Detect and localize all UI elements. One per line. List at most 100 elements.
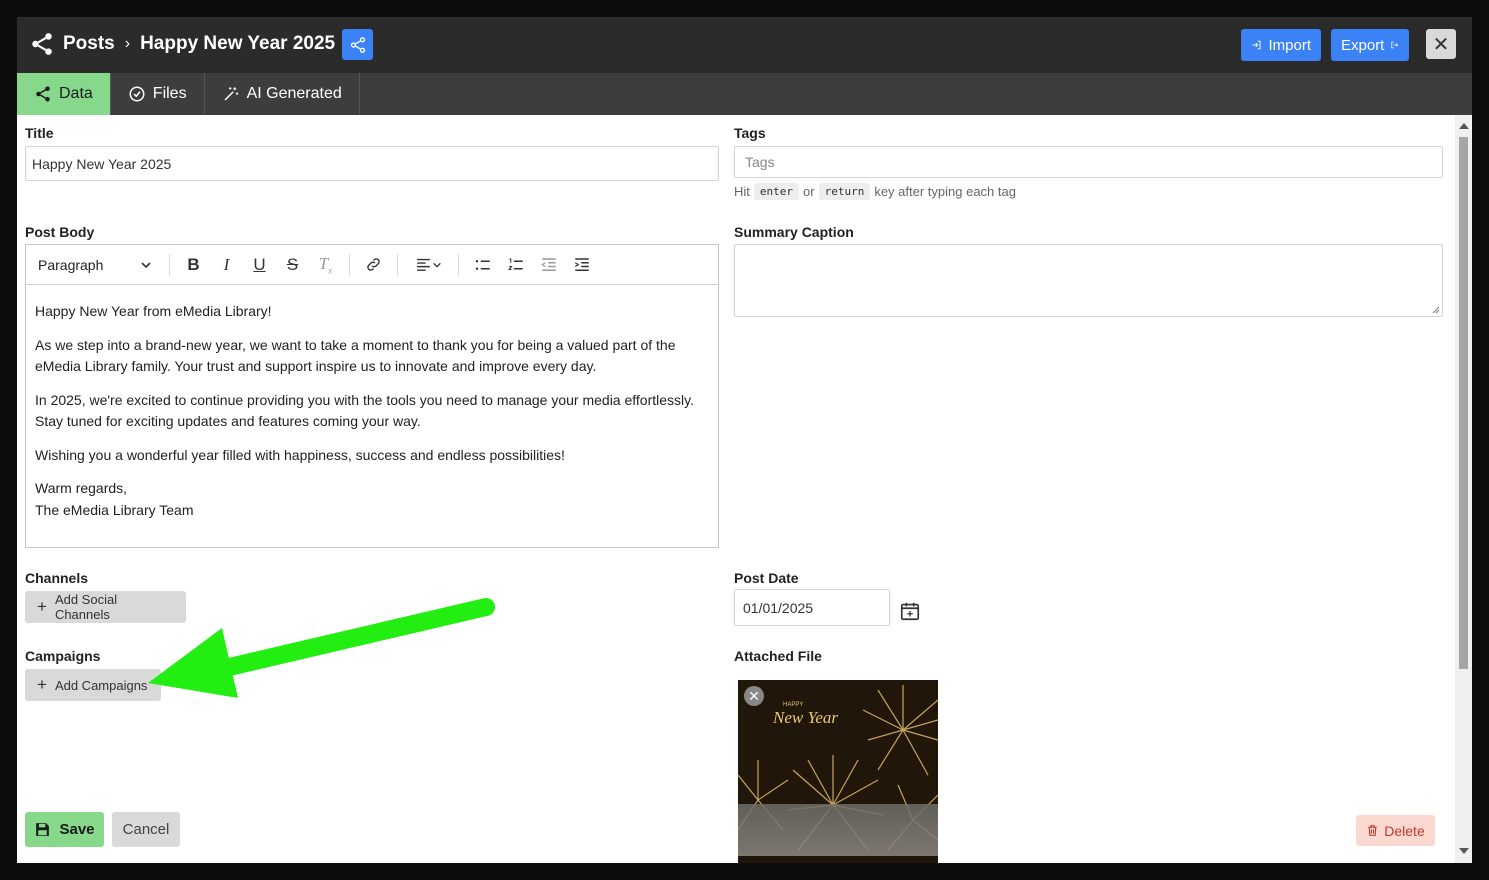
editor-paragraph: As we step into a brand-new year, we wan…	[35, 336, 676, 375]
block-format-value: Paragraph	[38, 256, 104, 273]
editor-toolbar: Paragraph B I U S Tx	[26, 245, 718, 285]
share-icon	[350, 36, 365, 53]
clear-format-button[interactable]: Tx	[312, 251, 339, 278]
underline-button[interactable]: U	[246, 251, 273, 278]
numbered-list-button[interactable]	[502, 251, 529, 278]
breadcrumb-separator: ›	[124, 35, 131, 52]
export-label: Export	[1341, 36, 1385, 54]
title-label: Title	[25, 125, 54, 141]
scroll-up-arrow-icon[interactable]	[1459, 123, 1469, 129]
import-button[interactable]: Import	[1241, 29, 1321, 61]
bold-icon: B	[187, 254, 200, 274]
toolbar-divider	[397, 253, 398, 276]
title-input[interactable]: Happy New Year 2025	[25, 146, 719, 181]
outdent-button[interactable]	[535, 251, 562, 278]
delete-label: Delete	[1384, 822, 1425, 839]
remove-attachment-button[interactable]: ✕	[744, 686, 764, 706]
tags-hint-post: key after typing each tag	[874, 184, 1016, 199]
summary-caption-textarea[interactable]	[734, 244, 1443, 317]
editor-body[interactable]: Happy New Year from eMedia Library! As w…	[26, 285, 718, 529]
modal-header: Posts › Happy New Year 2025 Import Expor…	[17, 17, 1472, 73]
breadcrumb-posts-link[interactable]: Posts	[63, 33, 115, 55]
return-key-badge: return	[818, 183, 871, 200]
editor-paragraph: In 2025, we're excited to continue provi…	[35, 391, 694, 430]
attached-file-thumbnail[interactable]: HAPPY New Year ✕	[738, 680, 938, 863]
scroll-down-arrow-icon[interactable]	[1459, 848, 1469, 854]
attached-file-label: Attached File	[734, 648, 822, 664]
plus-icon: +	[37, 675, 47, 694]
italic-icon: I	[223, 254, 230, 274]
editor-paragraph: Warm regards,	[35, 480, 128, 496]
tab-ai-generated[interactable]: AI Generated	[205, 73, 360, 115]
form-content: Title Happy New Year 2025 Tags Tags Hit …	[17, 115, 1455, 863]
toolbar-divider	[169, 253, 170, 276]
tags-label: Tags	[734, 125, 766, 141]
cancel-label: Cancel	[122, 821, 170, 838]
channels-label: Channels	[25, 570, 89, 586]
tab-files-label: Files	[152, 85, 187, 102]
strikethrough-button[interactable]: S	[279, 251, 306, 278]
underline-icon: U	[253, 254, 266, 274]
close-button[interactable]: ✕	[1426, 29, 1456, 59]
magic-wand-icon	[224, 87, 238, 101]
breadcrumb: Posts › Happy New Year 2025	[29, 31, 335, 57]
bullet-list-button[interactable]	[469, 251, 496, 278]
clear-format-icon: Tx	[318, 253, 333, 276]
share-icon	[32, 33, 52, 55]
plus-icon: +	[37, 597, 47, 616]
calendar-icon[interactable]	[899, 600, 921, 622]
page-title: Happy New Year 2025	[140, 33, 336, 54]
post-date-input[interactable]: 01/01/2025	[734, 589, 890, 626]
indent-button[interactable]	[568, 251, 595, 278]
cancel-button[interactable]: Cancel	[112, 812, 180, 847]
save-button[interactable]: Save	[25, 812, 104, 847]
post-date-label: Post Date	[734, 570, 799, 586]
floppy-disk-icon	[36, 823, 50, 836]
bold-button[interactable]: B	[180, 251, 207, 278]
tags-hint-pre: Hit	[734, 184, 750, 199]
link-button[interactable]	[360, 251, 387, 278]
close-icon: ✕	[748, 687, 760, 704]
trash-icon	[1368, 825, 1378, 836]
share-icon	[36, 86, 50, 102]
rich-text-editor: Paragraph B I U S Tx Happy New Year from…	[25, 244, 719, 548]
toolbar-divider	[349, 253, 350, 276]
share-button[interactable]	[342, 29, 373, 60]
chevron-down-icon	[141, 261, 151, 268]
tags-input[interactable]: Tags	[734, 146, 1443, 178]
post-body-label: Post Body	[25, 224, 95, 240]
delete-button[interactable]: Delete	[1356, 815, 1435, 846]
editor-paragraph: Happy New Year from eMedia Library!	[35, 303, 272, 319]
chevron-down-icon	[432, 262, 441, 268]
post-editor-modal: Posts › Happy New Year 2025 Import Expor…	[17, 17, 1472, 863]
tab-ai-label: AI Generated	[246, 85, 342, 102]
add-campaigns-label: Add Campaigns	[54, 677, 148, 693]
add-social-channels-button[interactable]: + Add Social Channels	[25, 591, 186, 623]
export-icon	[1391, 41, 1399, 49]
summary-caption-label: Summary Caption	[734, 224, 854, 240]
add-social-channels-label: Add Social Channels	[54, 592, 118, 622]
link-icon	[367, 258, 380, 271]
vertical-scrollbar[interactable]	[1455, 115, 1472, 863]
resize-handle-icon[interactable]	[1430, 304, 1440, 314]
strikethrough-icon: S	[286, 254, 299, 274]
tab-data[interactable]: Data	[17, 73, 111, 115]
editor-paragraph: Wishing you a wonderful year filled with…	[35, 446, 565, 463]
add-campaigns-button[interactable]: + Add Campaigns	[25, 669, 161, 701]
close-icon: ✕	[1432, 33, 1450, 56]
save-label: Save	[59, 821, 95, 838]
numbered-list-icon	[507, 257, 523, 270]
align-dropdown[interactable]	[408, 251, 448, 278]
scrollbar-thumb[interactable]	[1459, 137, 1468, 669]
block-format-select[interactable]: Paragraph	[38, 257, 162, 273]
import-icon	[1252, 40, 1261, 50]
align-left-icon	[416, 258, 430, 271]
tab-bar: Data Files AI Generated	[17, 73, 1472, 115]
export-button[interactable]: Export	[1331, 29, 1409, 61]
import-label: Import	[1268, 36, 1311, 54]
tab-files[interactable]: Files	[111, 73, 205, 115]
campaigns-label: Campaigns	[25, 648, 101, 664]
blurred-watermark-strip	[738, 804, 938, 856]
italic-button[interactable]: I	[213, 251, 240, 278]
tab-data-label: Data	[59, 85, 93, 102]
